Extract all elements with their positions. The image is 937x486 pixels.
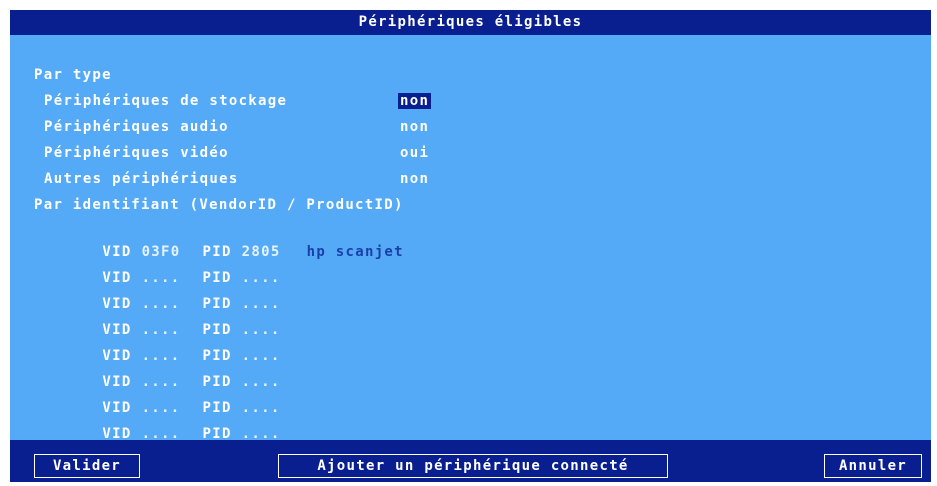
other-label: Autres périphériques (44, 171, 239, 187)
add-connected-device-button[interactable]: Ajouter un périphérique connecté (278, 454, 668, 478)
video-value[interactable]: oui (400, 145, 429, 161)
video-label: Périphériques vidéo (44, 145, 229, 161)
by-id-header: Par identifiant (VendorID / ProductID) (34, 197, 404, 213)
window-title: Périphériques éligibles (10, 10, 931, 35)
button-bar: Valider Ajouter un périphérique connecté… (10, 440, 931, 482)
cancel-button[interactable]: Annuler (824, 454, 922, 478)
other-value[interactable]: non (400, 171, 429, 187)
audio-value[interactable]: non (400, 119, 429, 135)
main-panel: Par type Périphériques de stockage non P… (10, 35, 931, 442)
storage-value[interactable]: non (398, 93, 432, 109)
config-window: Périphériques éligibles Par type Périphé… (0, 0, 937, 486)
audio-label: Périphériques audio (44, 119, 229, 135)
storage-label: Périphériques de stockage (44, 93, 288, 109)
by-type-header: Par type (34, 67, 112, 83)
validate-button[interactable]: Valider (34, 454, 140, 478)
device-description: hp scanjet (306, 244, 404, 260)
